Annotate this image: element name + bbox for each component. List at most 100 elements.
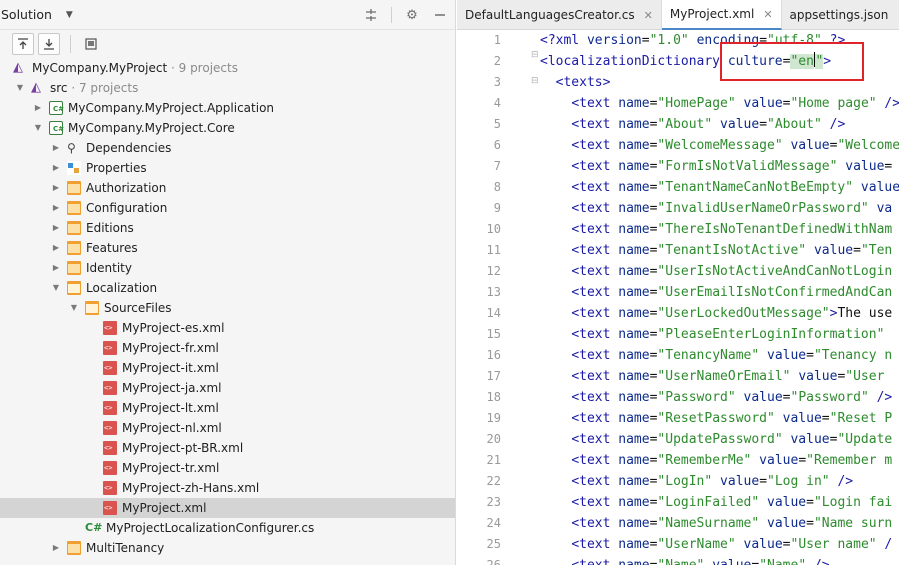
code-line[interactable]: <text name="ThereIsNoTenantDefinedWithNa… xyxy=(540,219,892,240)
sort-up-icon[interactable] xyxy=(12,33,34,55)
code-area[interactable]: <?xml version="1.0" encoding="utf-8" ?> <… xyxy=(509,30,899,565)
collapse-all-icon[interactable] xyxy=(363,7,379,23)
fold-icon[interactable]: ⊟ xyxy=(531,76,539,86)
code-token: <text xyxy=(571,495,619,510)
code-line[interactable]: <text name="HomePage" value="Home page" … xyxy=(540,93,899,114)
tree-row[interactable]: ▶ Identity xyxy=(0,258,455,278)
code-line[interactable]: <text name="Name" value="Name" /> xyxy=(540,555,829,565)
code-token: "Name" xyxy=(657,558,704,565)
sort-down-icon[interactable] xyxy=(38,33,60,55)
tree-item-label: MyCompany.MyProject xyxy=(32,61,168,75)
gear-icon[interactable]: ⚙ xyxy=(404,7,420,23)
tree-row[interactable]: MyProject-ja.xml xyxy=(0,378,455,398)
collapse-arrow-icon[interactable]: ▶ xyxy=(33,98,43,118)
collapse-arrow-icon[interactable]: ▶ xyxy=(51,198,61,218)
tree-row[interactable]: ▶ MyCompany.MyProject.Application xyxy=(0,98,455,118)
expand-arrow-icon[interactable]: ▼ xyxy=(33,118,43,138)
code-token: name xyxy=(618,243,650,258)
code-line[interactable]: <text name="ResetPassword" value="Reset … xyxy=(540,408,892,429)
tree-row[interactable]: ▶ MultiTenancy xyxy=(0,538,455,558)
code-line[interactable]: <text name="UserNameOrEmail" value="User xyxy=(540,366,892,387)
tree-row[interactable]: MyProject-tr.xml xyxy=(0,458,455,478)
code-line[interactable]: <text name="RememberMe" value="Remember … xyxy=(540,450,892,471)
close-icon[interactable]: ✕ xyxy=(644,9,653,22)
tree-row[interactable]: C# MyProjectLocalizationConfigurer.cs xyxy=(0,518,455,538)
editor-tab[interactable]: MyProject.xml ✕ xyxy=(661,0,782,30)
code-line[interactable]: <text name="UserLockedOutMessage">The us… xyxy=(540,303,892,324)
tree-row[interactable]: ▼ SourceFiles xyxy=(0,298,455,318)
tree-row[interactable]: ▶ Configuration xyxy=(0,198,455,218)
code-token: "TenancyName" xyxy=(657,348,760,363)
editor-tab[interactable]: appsettings.json✕ xyxy=(782,0,899,30)
code-line[interactable]: <text name="About" value="About" /> xyxy=(540,114,845,135)
code-token: "Login fai xyxy=(813,495,893,510)
chevron-down-icon[interactable]: ▼ xyxy=(66,10,73,20)
code-line[interactable]: <text name="InvalidUserNameOrPassword" v… xyxy=(540,198,892,219)
code-line[interactable]: <text name="LogIn" value="Log in" /> xyxy=(540,471,853,492)
tree-row[interactable]: MyProject-pt-BR.xml xyxy=(0,438,455,458)
collapse-arrow-icon[interactable]: ▶ xyxy=(51,178,61,198)
line-number: 19 xyxy=(486,411,501,425)
code-line[interactable]: <text name="Password" value="Password" /… xyxy=(540,387,892,408)
code-line[interactable]: <text name = "FormIsNotValidMessage" value… xyxy=(540,156,892,177)
tree-item-label: MyProject-ja.xml xyxy=(122,381,222,395)
tree-row[interactable]: MyProject-lt.xml xyxy=(0,398,455,418)
tree-row[interactable]: ◭ MyCompany.MyProject · 9 projects xyxy=(0,58,455,78)
tree-row[interactable]: ▼ Localization xyxy=(0,278,455,298)
code-line[interactable]: <text name="TenancyName" value="Tenancy … xyxy=(540,345,892,366)
collapse-arrow-icon[interactable]: ▶ xyxy=(51,538,61,558)
tree-row[interactable]: ▶ ⚲ Dependencies xyxy=(0,138,455,158)
tree-row[interactable]: MyProject-nl.xml xyxy=(0,418,455,438)
tree-row[interactable]: MyProject-it.xml xyxy=(0,358,455,378)
code-token: <text xyxy=(571,474,619,489)
collapse-arrow-icon[interactable]: ▶ xyxy=(51,258,61,278)
code-line[interactable]: <text name="TenantIsNotActive" value="Te… xyxy=(540,240,892,261)
tree-row[interactable]: MyProject.xml xyxy=(0,498,455,518)
collapse-arrow-icon[interactable]: ▶ xyxy=(51,158,61,178)
collapse-arrow-icon[interactable]: ▶ xyxy=(51,138,61,158)
code-line[interactable]: <text name="UserEmailIsNotConfirmedAndCa… xyxy=(540,282,892,303)
code-line[interactable]: <text name="LoginFailed" value="Login fa… xyxy=(540,492,892,513)
tree-row[interactable]: ▼ MyCompany.MyProject.Core xyxy=(0,118,455,138)
code-line[interactable]: <text name="UserIsNotActiveAndCanNotLogi… xyxy=(540,261,892,282)
code-line[interactable]: <text name="UserName" value="User name" … xyxy=(540,534,892,555)
editor-tab[interactable]: DefaultLanguagesCreator.cs ✕ xyxy=(457,0,662,30)
expand-arrow-icon[interactable]: ▼ xyxy=(15,78,25,98)
header-divider xyxy=(391,7,392,23)
fold-icon[interactable]: ⊟ xyxy=(531,50,539,60)
expand-arrow-icon[interactable]: ▼ xyxy=(51,278,61,298)
tree-row[interactable]: ▶ Authorization xyxy=(0,178,455,198)
tree-row[interactable]: ▼ ◭ src · 7 projects xyxy=(0,78,455,98)
code-token: value xyxy=(790,138,830,153)
tree-row[interactable]: MyProject-fr.xml xyxy=(0,338,455,358)
code-line[interactable]: <texts> xyxy=(540,72,611,93)
solution-title[interactable]: Solution xyxy=(1,7,52,22)
tab-label: DefaultLanguagesCreator.cs xyxy=(465,8,635,22)
collapse-arrow-icon[interactable]: ▶ xyxy=(51,238,61,258)
tree-row[interactable]: MyProject-zh-Hans.xml xyxy=(0,478,455,498)
solution-tree: ◭ MyCompany.MyProject · 9 projects ▼ ◭ src ·… xyxy=(0,58,455,558)
code-line[interactable]: <text name="NameSurname" value="Name sur… xyxy=(540,513,892,534)
tree-row[interactable]: ▶ Properties xyxy=(0,158,455,178)
xml-file-icon xyxy=(103,481,117,495)
line-number: 8 xyxy=(493,180,501,194)
tree-row[interactable]: MyProject-es.xml xyxy=(0,318,455,338)
close-icon[interactable]: ✕ xyxy=(763,8,772,21)
tree-row[interactable]: ▶ Features xyxy=(0,238,455,258)
code-line[interactable]: <text name="WelcomeMessage" value="Welco… xyxy=(540,135,899,156)
expand-arrow-icon[interactable]: ▼ xyxy=(69,298,79,318)
code-token: <text xyxy=(571,537,619,552)
code-token: name xyxy=(618,432,650,447)
tree-row[interactable]: ▶ Editions xyxy=(0,218,455,238)
code-token: value xyxy=(720,117,760,132)
code-line[interactable]: <text name="UpdatePassword" value="Updat… xyxy=(540,429,892,450)
code-token: "LogIn" xyxy=(657,474,713,489)
code-line[interactable]: <text name="PleaseEnterLoginInformation" xyxy=(540,324,884,345)
collapse-arrow-icon[interactable]: ▶ xyxy=(51,218,61,238)
code-token: value xyxy=(743,96,783,111)
code-line[interactable]: <text name="TenantNameCanNotBeEmpty" val… xyxy=(540,177,899,198)
minimize-icon[interactable] xyxy=(432,7,448,23)
preview-icon[interactable] xyxy=(83,36,99,52)
